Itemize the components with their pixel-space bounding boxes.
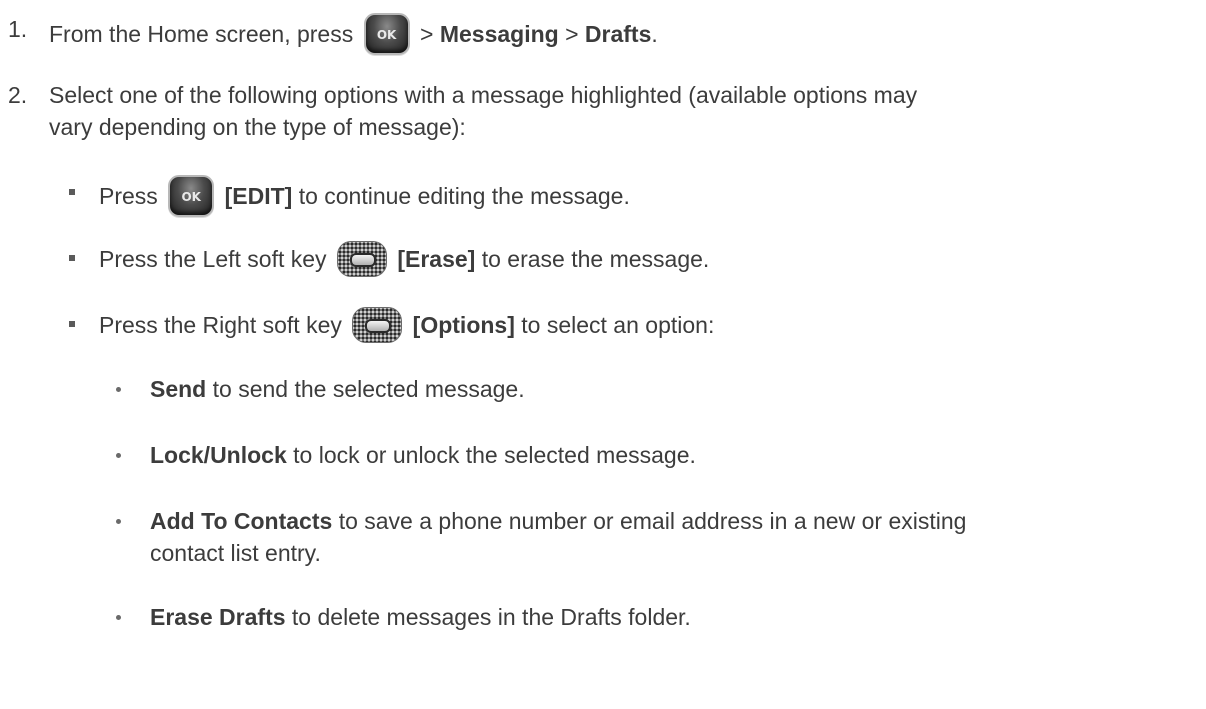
option-term: Lock/Unlock: [150, 442, 287, 468]
soft-key-icon: [352, 307, 403, 343]
menu-item-messaging: Messaging: [439, 21, 559, 48]
ok-key-icon: OK: [363, 13, 410, 55]
round-bullet: [116, 453, 121, 458]
option-desc: to send the selected message.: [212, 376, 525, 402]
round-bullet: [116, 615, 121, 620]
bullet-text: Press the Left soft key: [99, 246, 327, 273]
ok-key-icon: OK: [168, 175, 215, 217]
bullet-text: Press: [99, 183, 158, 210]
step-text: From the Home screen, press: [49, 21, 354, 48]
action-label: [EDIT]: [224, 183, 293, 210]
round-bullet: [116, 387, 121, 392]
option-term: Add To Contacts: [150, 508, 333, 534]
step-number: 2.: [8, 82, 28, 108]
menu-separator: >: [420, 21, 434, 48]
menu-separator: >: [565, 21, 579, 48]
option-term: Send: [150, 376, 207, 402]
action-label: [Options]: [412, 312, 515, 339]
square-bullet: [69, 189, 75, 195]
ok-key-label: OK: [376, 28, 397, 42]
option-desc: to delete messages in the Drafts folder.: [291, 604, 691, 630]
step-text: vary depending on the type of message):: [49, 114, 466, 140]
step-end-punct: .: [651, 21, 658, 48]
option-desc: contact list entry.: [150, 540, 321, 566]
round-bullet: [116, 519, 121, 524]
bullet-text: to erase the message.: [481, 246, 710, 273]
bullet-text: to select an option:: [521, 312, 715, 339]
ok-key-label: OK: [181, 190, 201, 204]
step-text: Select one of the following options with…: [49, 82, 918, 108]
soft-key-icon: [336, 241, 387, 277]
option-desc: to save a phone number or email address …: [338, 508, 967, 534]
bullet-text: to continue editing the message.: [298, 183, 630, 210]
option-desc: to lock or unlock the selected message.: [293, 442, 696, 468]
bullet-text: Press the Right soft key: [99, 312, 342, 339]
action-label: [Erase]: [397, 246, 476, 273]
square-bullet: [69, 255, 75, 261]
option-term: Erase Drafts: [150, 604, 286, 630]
square-bullet: [69, 321, 75, 327]
step-number: 1.: [8, 16, 28, 42]
menu-item-drafts: Drafts: [584, 21, 652, 48]
instruction-page: 1. From the Home screen, press OK > Mess…: [0, 0, 1206, 709]
